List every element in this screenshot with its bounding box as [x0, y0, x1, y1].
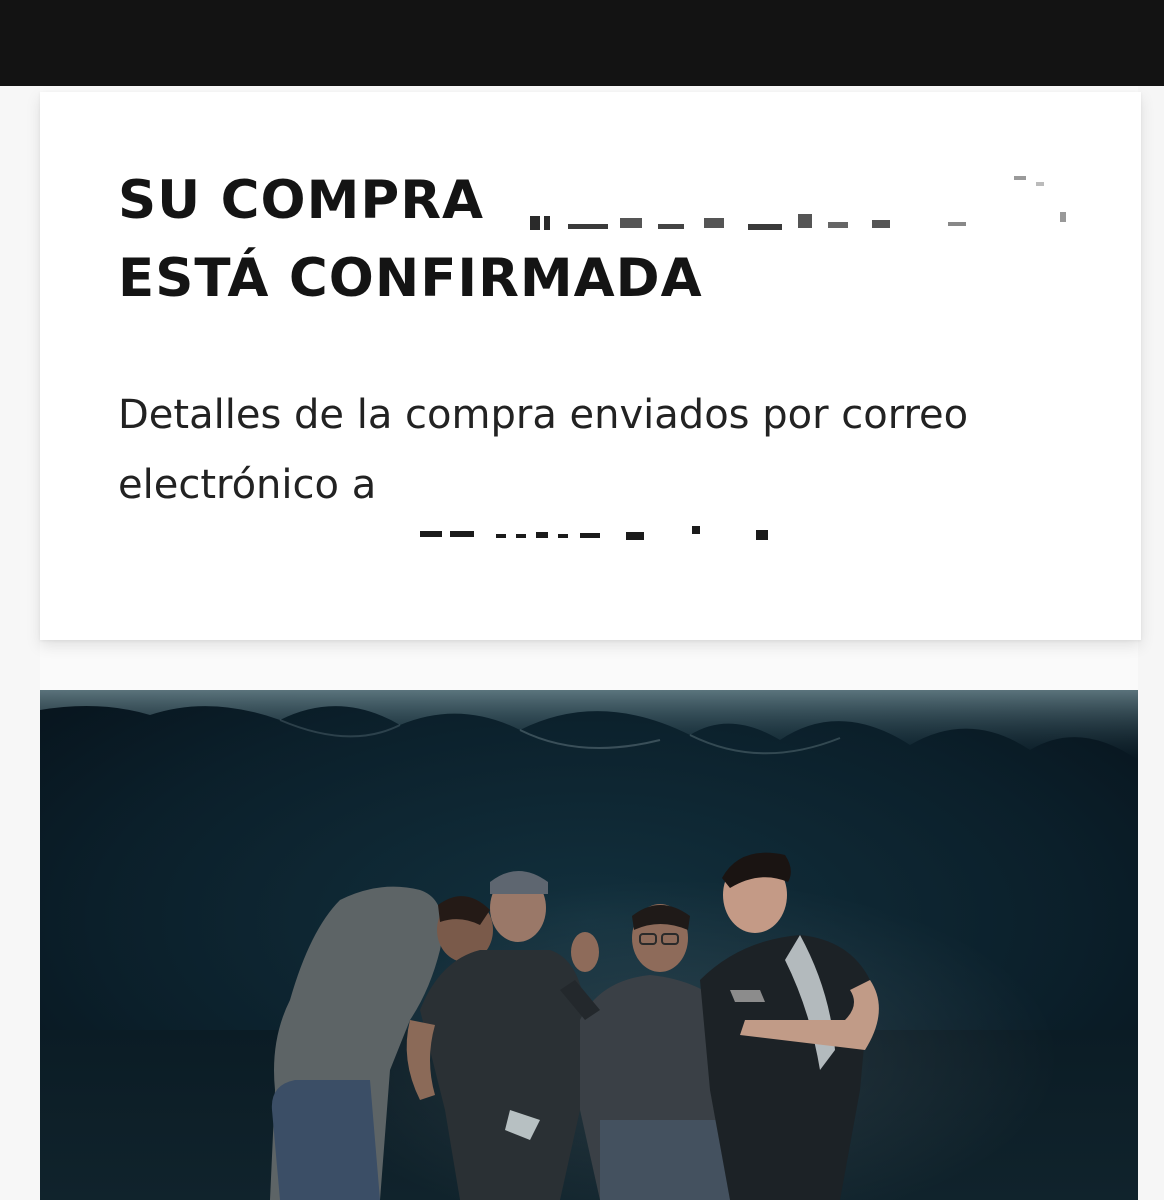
purchase-details-text: Detalles de la compra enviados por corre…: [118, 392, 969, 508]
page-margin-left: [0, 86, 40, 1200]
photo-illustration: [40, 690, 1138, 1200]
status-bar: [0, 0, 1164, 86]
redacted-email: [420, 522, 820, 542]
redacted-order-number: [528, 168, 1068, 234]
group-photo: [40, 690, 1138, 1200]
redaction-remnants: [530, 176, 1066, 230]
page-margin-right: [1138, 86, 1164, 1200]
confirmation-card: SU COMPRA ESTÁ CONFIRMADA Detalles de la…: [40, 92, 1141, 640]
title-line-2: ESTÁ CONFIRMADA: [118, 248, 703, 309]
